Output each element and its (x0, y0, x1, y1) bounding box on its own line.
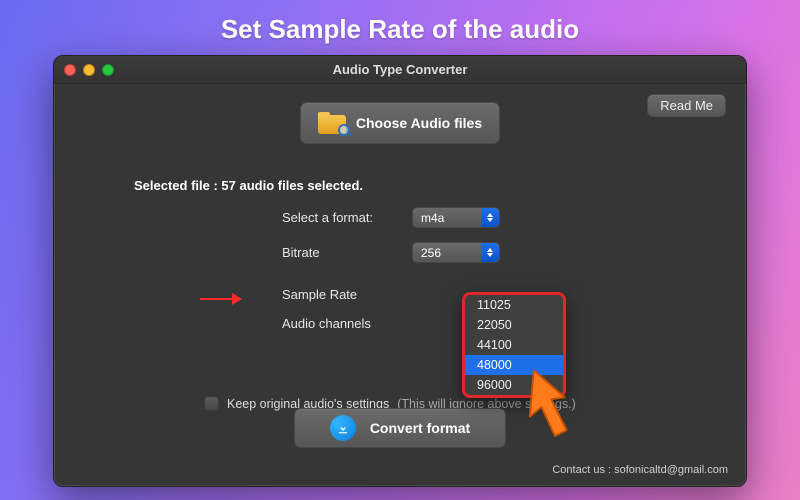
callout-arrow-icon (200, 298, 240, 300)
close-icon[interactable] (64, 64, 76, 76)
convert-label: Convert format (370, 420, 470, 436)
choose-files-label: Choose Audio files (356, 115, 482, 131)
channels-label: Audio channels (282, 316, 394, 331)
sample-rate-dropdown[interactable]: 11025 22050 44100 48000 96000 (462, 292, 566, 398)
sample-rate-label: Sample Rate (282, 287, 394, 302)
convert-button[interactable]: Convert format (294, 408, 506, 448)
window-title: Audio Type Converter (54, 62, 746, 77)
window-body: Read Me Choose Audio files Selected file… (54, 84, 746, 486)
chevrons-icon (481, 243, 499, 262)
bitrate-label: Bitrate (282, 245, 394, 260)
selected-status: Selected file : 57 audio files selected. (84, 178, 716, 193)
format-row: Select a format: m4a (282, 207, 716, 228)
readme-button[interactable]: Read Me (647, 94, 726, 117)
download-icon (330, 415, 356, 441)
sample-rate-option[interactable]: 11025 (465, 295, 563, 315)
contact-text: Contact us : sofonicaltd@gmail.com (552, 464, 728, 476)
format-value: m4a (421, 211, 444, 225)
page-tagline: Set Sample Rate of the audio (221, 14, 579, 45)
format-label: Select a format: (282, 210, 394, 225)
sample-rate-option[interactable]: 96000 (465, 375, 563, 395)
sample-rate-option[interactable]: 44100 (465, 335, 563, 355)
sample-rate-option-selected[interactable]: 48000 (465, 355, 563, 375)
window-controls (54, 64, 114, 76)
bitrate-value: 256 (421, 246, 441, 260)
bitrate-row: Bitrate 256 (282, 242, 716, 263)
keep-original-checkbox[interactable] (204, 396, 219, 411)
app-window: Audio Type Converter Read Me Choose Audi… (53, 55, 747, 487)
choose-files-button[interactable]: Choose Audio files (300, 102, 500, 144)
minimize-icon[interactable] (83, 64, 95, 76)
folder-search-icon (318, 112, 346, 134)
zoom-icon[interactable] (102, 64, 114, 76)
titlebar: Audio Type Converter (54, 56, 746, 84)
sample-rate-option[interactable]: 22050 (465, 315, 563, 335)
bitrate-select[interactable]: 256 (412, 242, 500, 263)
chevrons-icon (481, 208, 499, 227)
format-select[interactable]: m4a (412, 207, 500, 228)
